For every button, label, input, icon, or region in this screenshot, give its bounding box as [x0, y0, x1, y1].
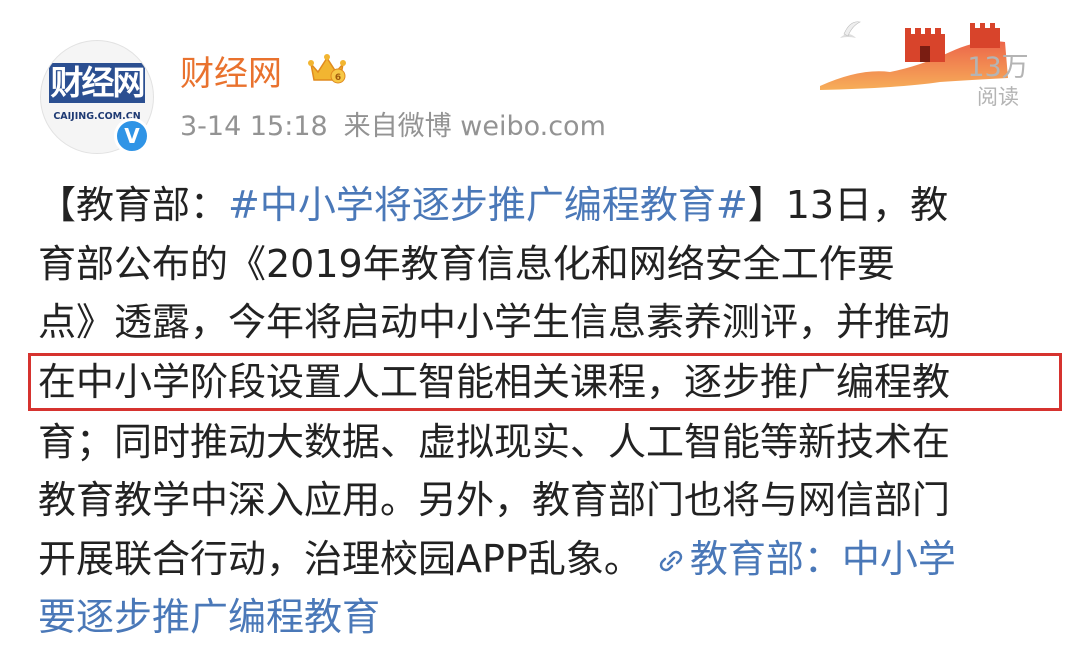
account-name[interactable]: 财经网	[180, 46, 282, 95]
topic-hashtag-link[interactable]: #中小学将逐步推广编程教育#	[228, 183, 748, 227]
link-icon	[659, 550, 683, 571]
crown-icon: 6	[308, 54, 346, 84]
read-count-label: 阅读	[977, 85, 1019, 109]
post-line: 育部公布的《2019年教育信息化和网络安全工作要	[38, 241, 895, 286]
post-line7-text: 开展联合行动，治理校园APP乱象。	[38, 536, 642, 581]
article-link[interactable]: 教育部：中小学	[642, 537, 956, 581]
post-meta: 3-14 15:18 来自微博 weibo.com	[180, 104, 622, 143]
svg-text:6: 6	[335, 73, 341, 83]
post-line1-tail: 】13日，教	[747, 183, 949, 227]
read-count-value: 13万	[967, 52, 1029, 83]
read-count: 13万 阅读	[950, 52, 1046, 110]
post-line: 【教育部：#中小学将逐步推广编程教育#】13日，教	[38, 176, 1048, 235]
post-prefix: 教育部：	[76, 183, 229, 227]
highlighted-line: 在中小学阶段设置人工智能相关课程，逐步推广编程教	[28, 352, 1062, 411]
post-line: 育；同时推动大数据、虚拟现实、人工智能等新技术在	[38, 419, 951, 464]
avatar-logo: 财经网	[49, 63, 146, 103]
post-body: 【教育部：#中小学将逐步推广编程教育#】13日，教 育部公布的《2019年教育信…	[28, 176, 1062, 647]
post-date: 3-14 15:18	[180, 111, 328, 142]
post-line: 开展联合行动，治理校园APP乱象。 教育部：中小学	[38, 530, 1048, 589]
verified-badge-icon: V	[114, 118, 150, 154]
post-source[interactable]: 来自微博 weibo.com	[344, 111, 606, 142]
post-line: 点》透露，今年将启动中小学生信息素养测评，并推动	[38, 300, 951, 344]
article-link-continuation[interactable]: 要逐步推广编程教育	[38, 588, 1048, 647]
article-link-text[interactable]: 教育部：中小学	[690, 537, 956, 581]
post-line: 教育教学中深入应用。另外，教育部门也将与网信部门	[38, 478, 951, 522]
bracket-open: 【	[38, 183, 77, 227]
